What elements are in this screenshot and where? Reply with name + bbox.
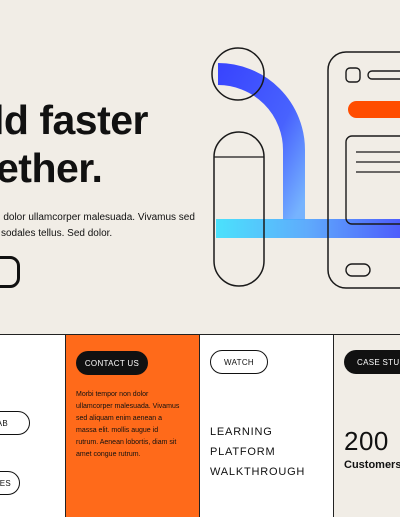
contact-text-line: massa elit. mollis augue id bbox=[76, 427, 159, 434]
blue-arc-shape bbox=[217, 63, 305, 220]
phone-accent-bar bbox=[348, 101, 400, 118]
hero-cta-button[interactable] bbox=[0, 256, 20, 288]
contact-text-line: sed aliquam enim aenean a bbox=[76, 415, 163, 422]
hero-headline: ld faster ether. bbox=[0, 96, 149, 192]
headline-line-2: ether. bbox=[0, 145, 103, 191]
phone-button-shape bbox=[345, 263, 371, 277]
phone-bar-shape bbox=[367, 70, 400, 80]
contact-us-button[interactable]: CONTACT US bbox=[76, 351, 148, 375]
lab-pill-button[interactable]: LAB bbox=[0, 411, 30, 435]
contact-text-line: ullamcorper malesuada. Vivamus bbox=[76, 403, 180, 410]
hero-section: ld faster ether. n dolor ullamcorper mal… bbox=[0, 0, 400, 334]
hero-description: n dolor ullamcorper malesuada. Vivamus s… bbox=[0, 210, 195, 242]
walkthrough-title: LEARNING PLATFORM WALKTHROUGH bbox=[210, 422, 305, 482]
hero-illustration bbox=[211, 47, 400, 289]
hero-description-line-2: l sodales tellus. Sed dolor. bbox=[0, 228, 113, 239]
card-watch: WATCH LEARNING PLATFORM WALKTHROUGH bbox=[200, 335, 334, 517]
card-contact: CONTACT US Morbi tempor non dolor ullamc… bbox=[66, 335, 200, 517]
walkthrough-title-line: LEARNING bbox=[210, 426, 273, 438]
cyan-bar-shape bbox=[216, 219, 400, 238]
walkthrough-title-line: PLATFORM bbox=[210, 446, 276, 458]
phone-dot-shape bbox=[345, 67, 361, 83]
feature-cards-row: LAB ES CONTACT US Morbi tempor non dolor… bbox=[0, 334, 400, 517]
contact-card-text: Morbi tempor non dolor ullamcorper males… bbox=[76, 389, 192, 461]
outline-capsule-shape bbox=[213, 131, 265, 287]
es-pill-button[interactable]: ES bbox=[0, 471, 20, 495]
card-lab: LAB ES bbox=[0, 335, 66, 517]
hero-description-line-1: n dolor ullamcorper malesuada. Vivamus s… bbox=[0, 212, 195, 223]
walkthrough-title-line: WALKTHROUGH bbox=[210, 466, 306, 478]
headline-line-1: ld faster bbox=[0, 97, 149, 143]
card-case-studies: CASE STUDI 200 Customers bbox=[334, 335, 400, 517]
phone-outline-shape bbox=[327, 51, 400, 289]
phone-card-shape bbox=[345, 135, 400, 225]
customer-stat-label: Customers bbox=[344, 459, 400, 471]
contact-text-line: amet congue rutrum. bbox=[76, 451, 141, 458]
contact-text-line: Morbi tempor non dolor bbox=[76, 391, 149, 398]
customer-stat-value: 200 bbox=[344, 426, 389, 456]
contact-text-line: rutrum. Aenean lobortis, diam sit bbox=[76, 439, 177, 446]
case-studies-button[interactable]: CASE STUDI bbox=[344, 350, 400, 374]
watch-button[interactable]: WATCH bbox=[210, 350, 268, 374]
